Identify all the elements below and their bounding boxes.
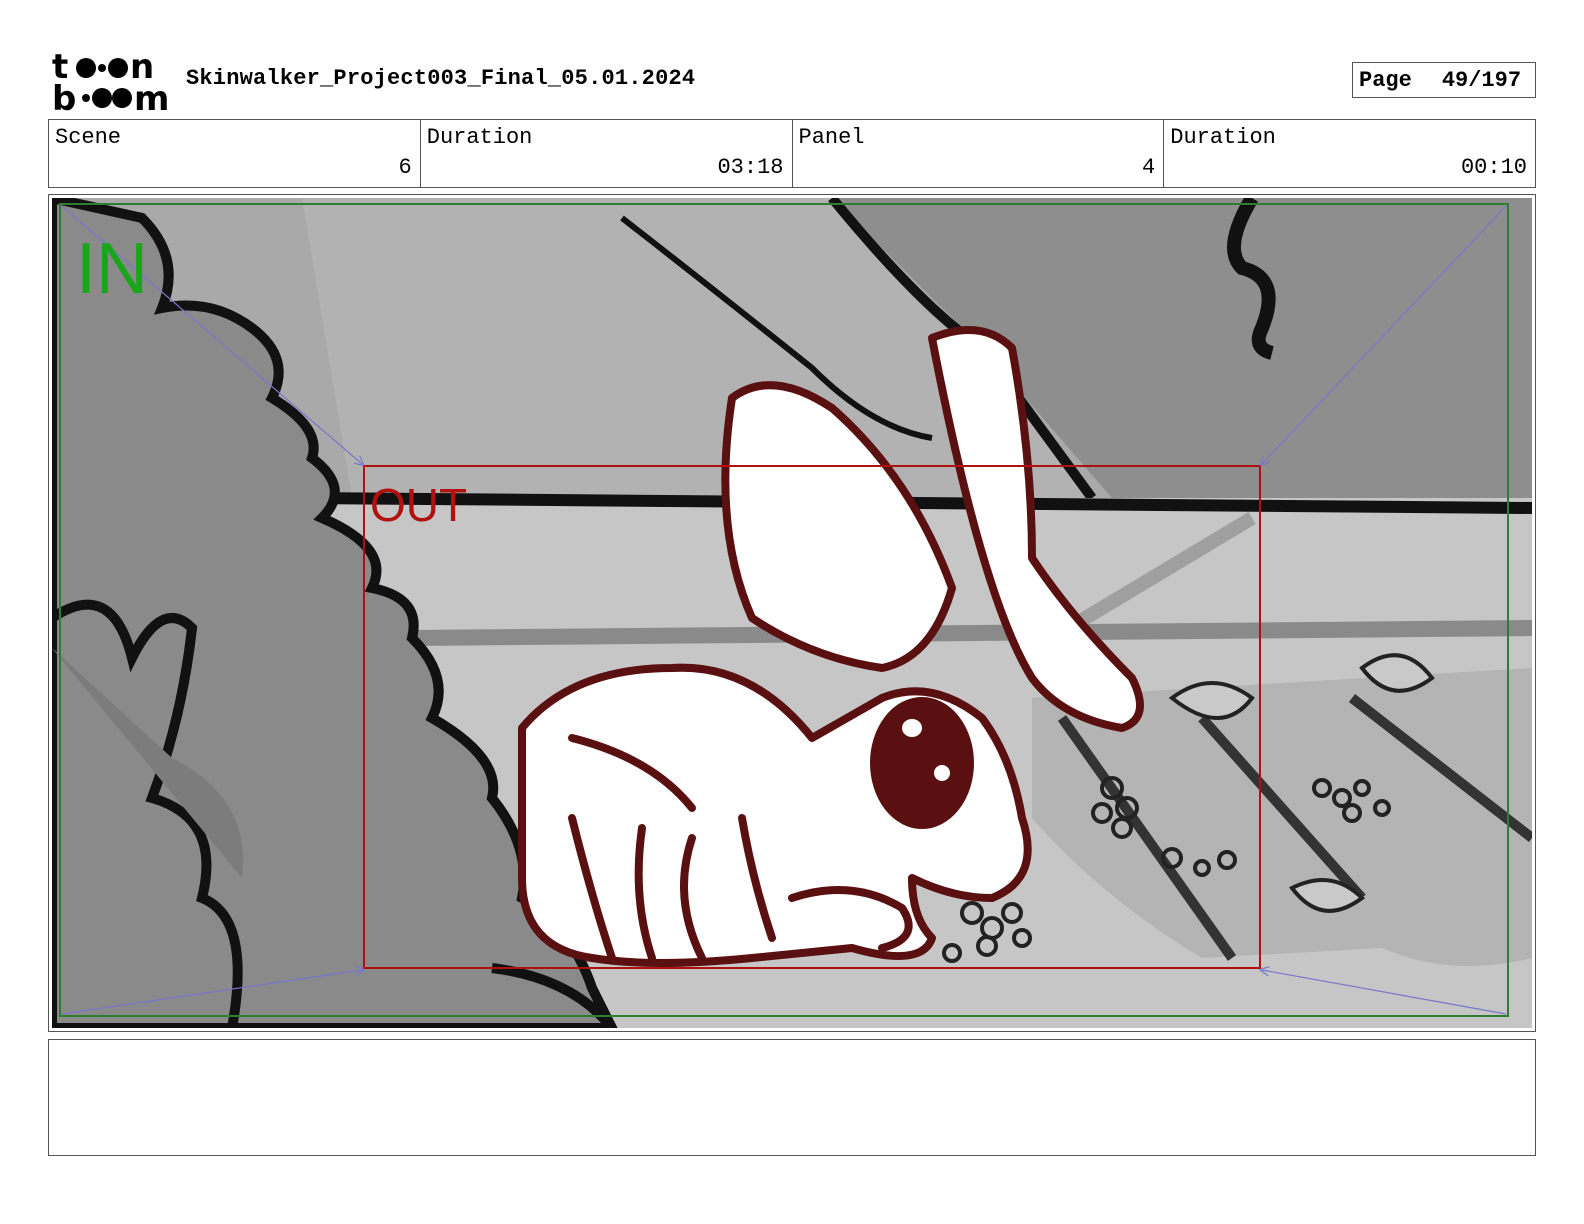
- panel-drawing: IN OUT: [52, 198, 1532, 1028]
- panel-label: Panel: [798, 125, 865, 150]
- document-title: Skinwalker_Project003_Final_05.01.2024: [186, 66, 696, 91]
- scene-duration-value: 03:18: [717, 155, 784, 180]
- svg-text:m: m: [134, 79, 168, 114]
- scene-label: Scene: [55, 125, 122, 150]
- scene-info-row: Scene 6 Duration 03:18 Panel 4 Duration …: [48, 119, 1536, 188]
- notes-area: [48, 1039, 1536, 1156]
- panel-value: 4: [1142, 155, 1156, 180]
- panel-duration-cell: Duration 00:10: [1164, 120, 1535, 187]
- panel-duration-value: 00:10: [1460, 155, 1527, 180]
- in-label: IN: [76, 229, 148, 309]
- scene-duration-cell: Duration 03:18: [421, 120, 793, 187]
- out-label: OUT: [370, 479, 467, 531]
- toon-boom-logo: t n b m: [52, 50, 168, 114]
- panel-cell: Panel 4: [793, 120, 1165, 187]
- svg-text:b: b: [52, 79, 76, 114]
- scene-cell: Scene 6: [49, 120, 421, 187]
- panel-duration-label: Duration: [1170, 125, 1276, 150]
- scene-duration-label: Duration: [426, 125, 533, 150]
- page-label: Page: [1359, 67, 1412, 93]
- page-number: 49/197: [1441, 67, 1522, 93]
- storyboard-panel: IN OUT: [48, 194, 1536, 1032]
- page-indicator: Page 49/197: [1352, 62, 1536, 98]
- scene-value: 6: [398, 155, 412, 180]
